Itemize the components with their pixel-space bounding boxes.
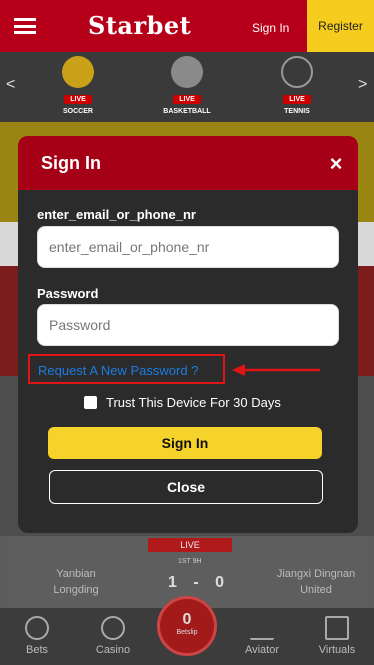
nav-casino[interactable]: Casino: [83, 616, 143, 656]
live-badge: LIVE: [173, 95, 201, 104]
annotation-arrow-icon: [232, 364, 320, 376]
nav-bets[interactable]: Bets: [7, 616, 67, 656]
plane-icon: [250, 616, 274, 640]
email-or-phone-input[interactable]: [37, 226, 339, 268]
trust-device-checkbox[interactable]: [84, 396, 97, 409]
brand-logo[interactable]: Starbet: [88, 11, 191, 40]
carousel-prev-icon[interactable]: <: [6, 76, 15, 94]
carousel-next-icon[interactable]: >: [358, 76, 367, 94]
trust-device-label: Trust This Device For 30 Days: [106, 395, 281, 410]
sport-label: TENNIS: [284, 108, 310, 115]
match-score: 1 - 0: [168, 574, 231, 591]
modal-header: Sign In ×: [18, 136, 358, 190]
sport-item-basketball[interactable]: LIVE BASKETBALL: [152, 56, 222, 115]
betslip-label: Betslip: [176, 629, 198, 636]
hamburger-menu-icon[interactable]: [14, 18, 36, 34]
live-badge: LIVE: [283, 95, 311, 104]
email-label: enter_email_or_phone_nr: [37, 207, 196, 222]
match-live-badge: LIVE: [148, 538, 232, 552]
nav-label: Casino: [95, 644, 131, 656]
trust-device-row[interactable]: Trust This Device For 30 Days: [84, 395, 281, 410]
sign-in-button[interactable]: Sign In: [48, 427, 322, 459]
basketball-icon: [171, 56, 203, 88]
forgot-password-highlight: Request A New Password ?: [28, 354, 225, 384]
tennis-racket-icon: [281, 56, 313, 88]
nav-label: Aviator: [244, 644, 280, 656]
modal-title: Sign In: [41, 153, 101, 173]
sport-item-soccer[interactable]: LIVE SOCCER: [43, 56, 113, 115]
sports-carousel: < LIVE SOCCER LIVE BASKETBALL LIVE TENNI…: [0, 52, 374, 122]
horse-icon: [325, 616, 349, 640]
nav-label: Bets: [25, 644, 48, 656]
header-sign-in-link[interactable]: Sign In: [252, 21, 289, 35]
password-label: Password: [37, 286, 99, 301]
home-team: Yanbian Longding: [53, 568, 99, 596]
request-new-password-link[interactable]: Request A New Password ?: [38, 363, 198, 378]
casino-chip-icon: [101, 616, 125, 640]
sign-in-modal: Sign In × enter_email_or_phone_nr Passwo…: [18, 136, 358, 533]
match-time: 1ST 9H: [178, 558, 202, 565]
close-icon[interactable]: ×: [322, 150, 350, 178]
close-button[interactable]: Close: [49, 470, 323, 504]
live-badge: LIVE: [64, 95, 92, 104]
sport-label: BASKETBALL: [163, 108, 211, 115]
nav-label: Virtuals: [318, 644, 356, 656]
betslip-count: 0: [182, 611, 192, 628]
betslip-button[interactable]: 0 Betslip: [157, 596, 217, 656]
sport-label: SOCCER: [63, 108, 93, 115]
sport-item-tennis[interactable]: LIVE TENNIS: [262, 56, 332, 115]
nav-virtuals[interactable]: Virtuals: [307, 616, 367, 656]
clock-icon: [25, 616, 49, 640]
away-team: Jiangxi Dingnan United: [276, 568, 356, 596]
password-input[interactable]: [37, 304, 339, 346]
top-bar: Starbet Sign In Register: [0, 0, 374, 52]
nav-aviator[interactable]: Aviator: [232, 616, 292, 656]
soccer-ball-icon: [62, 56, 94, 88]
header-register-button[interactable]: Register: [307, 0, 374, 52]
